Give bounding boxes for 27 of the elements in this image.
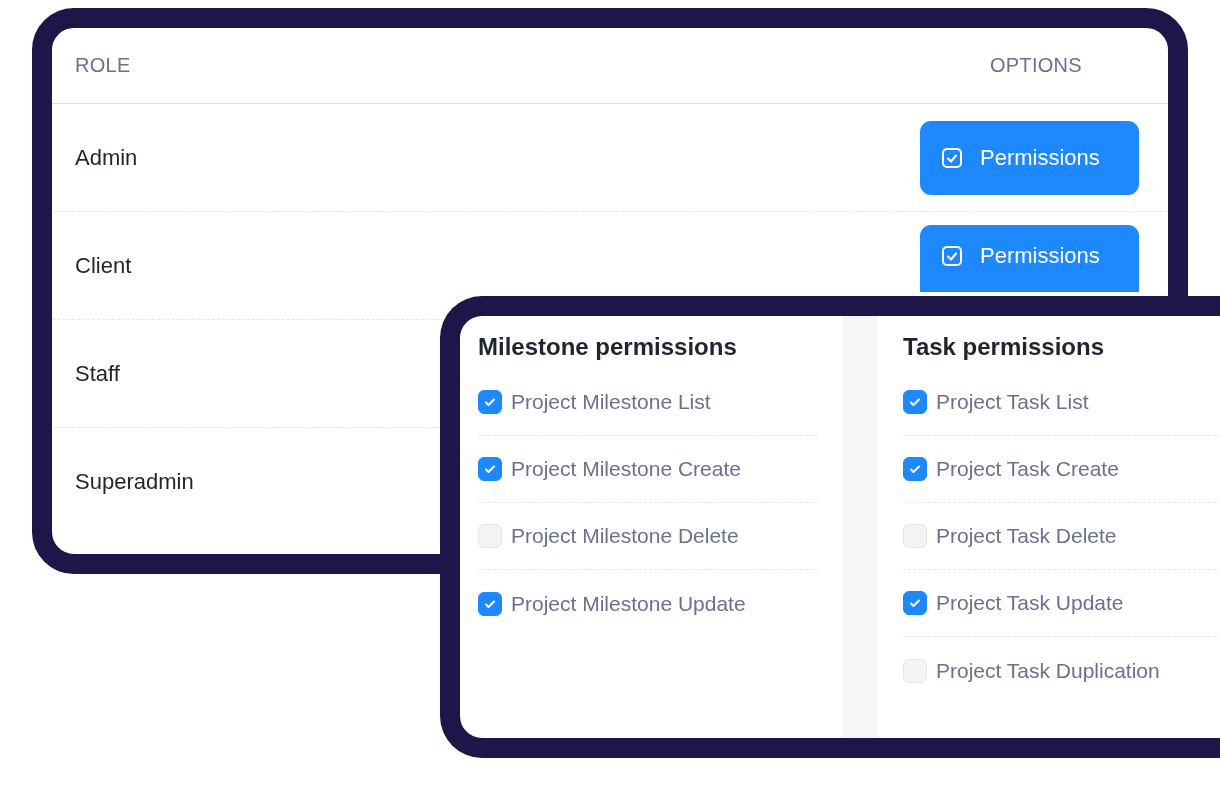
permissions-button[interactable]: Permissions xyxy=(920,120,1139,195)
checkbox[interactable] xyxy=(903,457,927,481)
permission-label: Project Task Duplication xyxy=(936,658,1160,683)
role-name: Staff xyxy=(75,360,120,387)
checkbox-icon xyxy=(940,145,964,170)
permission-label: Project Milestone Create xyxy=(511,457,741,481)
group-title: Milestone permissions xyxy=(478,332,738,362)
role-name: Client xyxy=(75,252,132,279)
permission-label: Project Task Create xyxy=(936,457,1119,481)
checkbox[interactable] xyxy=(478,591,502,616)
checkbox[interactable] xyxy=(903,390,927,414)
checkbox[interactable] xyxy=(478,390,502,414)
permission-label: Project Milestone List xyxy=(511,390,711,414)
permission-label: Project Task Update xyxy=(936,591,1124,615)
column-header: ROLE xyxy=(75,54,131,77)
role-name: Superadmin xyxy=(75,468,194,495)
checkbox-icon xyxy=(940,243,964,268)
role-name: Admin xyxy=(75,144,138,171)
checkbox[interactable] xyxy=(903,591,927,615)
group-title: Task permissions xyxy=(903,332,1105,362)
permission-label: Project Task Delete xyxy=(936,524,1117,548)
permissions-button[interactable]: Permissions xyxy=(920,225,1139,292)
permission-label: Project Milestone Update xyxy=(511,591,746,616)
column-header: OPTIONS xyxy=(989,54,1082,77)
checkbox[interactable] xyxy=(478,457,502,481)
permission-label: Project Task List xyxy=(936,390,1089,414)
permission-label: Project Milestone Delete xyxy=(511,524,739,548)
